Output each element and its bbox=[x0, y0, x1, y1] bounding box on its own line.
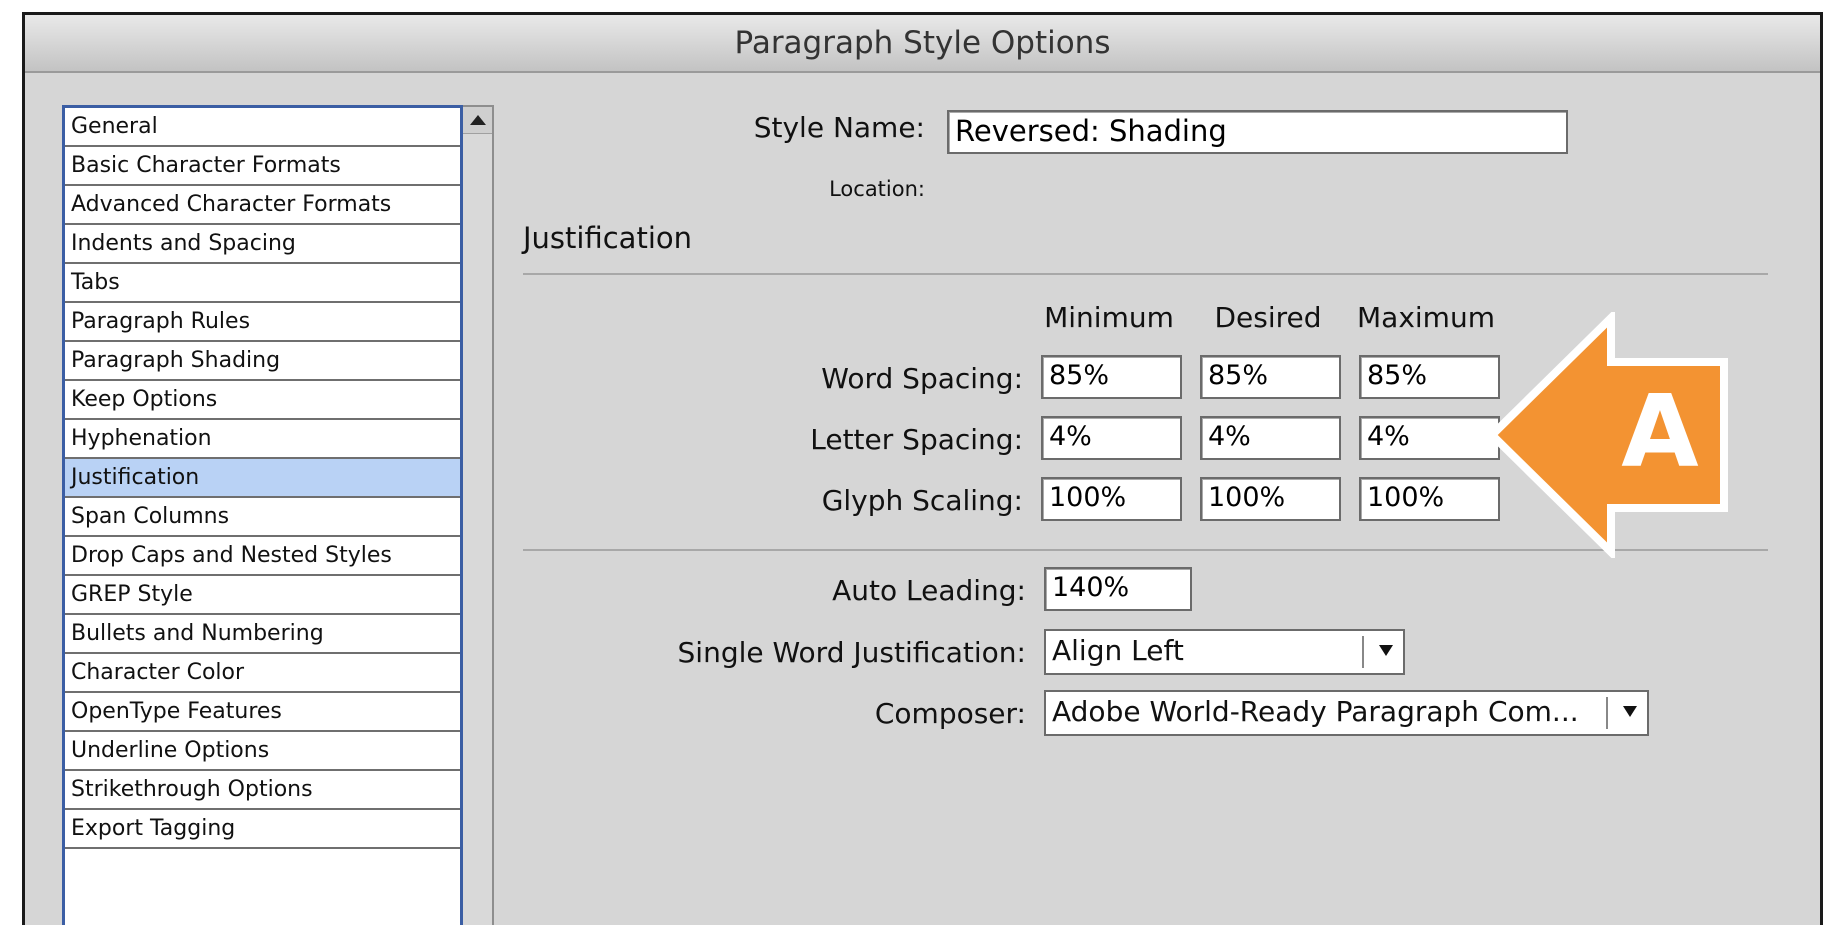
column-desired: Desired bbox=[1214, 301, 1322, 334]
sidebar-item-underline-options[interactable]: Underline Options bbox=[65, 732, 460, 771]
glyph-scaling-minimum-field[interactable]: 100% bbox=[1041, 477, 1182, 521]
window-title: Paragraph Style Options bbox=[734, 25, 1111, 61]
glyph-scaling-desired-field[interactable]: 100% bbox=[1200, 477, 1341, 521]
title-bar: Paragraph Style Options bbox=[25, 15, 1820, 73]
sidebar-item-advanced-character-formats[interactable]: Advanced Character Formats bbox=[65, 186, 460, 225]
sidebar-item-keep-options[interactable]: Keep Options bbox=[65, 381, 460, 420]
sidebar-item-opentype-features[interactable]: OpenType Features bbox=[65, 693, 460, 732]
auto-leading-label: Auto Leading: bbox=[832, 574, 1026, 607]
glyph-scaling-maximum-field[interactable]: 100% bbox=[1359, 477, 1500, 521]
sidebar-item-tabs[interactable]: Tabs bbox=[65, 264, 460, 303]
single-word-justification-label: Single Word Justification: bbox=[677, 636, 1026, 669]
letter-spacing-maximum-field[interactable]: 4% bbox=[1359, 416, 1500, 460]
auto-leading-field[interactable]: 140% bbox=[1044, 567, 1192, 611]
chevron-down-icon[interactable] bbox=[1379, 645, 1393, 656]
sidebar-item-grep-style[interactable]: GREP Style bbox=[65, 576, 460, 615]
sidebar-item-drop-caps-nested-styles[interactable]: Drop Caps and Nested Styles bbox=[65, 537, 460, 576]
word-spacing-desired-field[interactable]: 85% bbox=[1200, 355, 1341, 399]
single-word-justification-value: Align Left bbox=[1052, 634, 1184, 667]
style-name-label: Style Name: bbox=[753, 111, 925, 144]
sidebar-item-strikethrough-options[interactable]: Strikethrough Options bbox=[65, 771, 460, 810]
location-label: Location: bbox=[829, 177, 925, 201]
category-list[interactable]: General Basic Character Formats Advanced… bbox=[62, 105, 463, 925]
sidebar-item-export-tagging[interactable]: Export Tagging bbox=[65, 810, 460, 849]
word-spacing-minimum-field[interactable]: 85% bbox=[1041, 355, 1182, 399]
sidebar-item-general[interactable]: General bbox=[65, 108, 460, 147]
sidebar-item-character-color[interactable]: Character Color bbox=[65, 654, 460, 693]
chevron-down-icon[interactable] bbox=[1623, 706, 1637, 717]
composer-value: Adobe World-Ready Paragraph Com... bbox=[1052, 695, 1579, 728]
letter-spacing-minimum-field[interactable]: 4% bbox=[1041, 416, 1182, 460]
sidebar-item-paragraph-shading[interactable]: Paragraph Shading bbox=[65, 342, 460, 381]
sidebar-item-paragraph-rules[interactable]: Paragraph Rules bbox=[65, 303, 460, 342]
letter-spacing-desired-field[interactable]: 4% bbox=[1200, 416, 1341, 460]
column-minimum: Minimum bbox=[1044, 301, 1174, 334]
sidebar-item-bullets-and-numbering[interactable]: Bullets and Numbering bbox=[65, 615, 460, 654]
scroll-track[interactable] bbox=[463, 133, 492, 925]
single-word-justification-select[interactable]: Align Left bbox=[1044, 629, 1405, 675]
sidebar-item-hyphenation[interactable]: Hyphenation bbox=[65, 420, 460, 459]
section-divider bbox=[523, 273, 1768, 275]
letter-spacing-label: Letter Spacing: bbox=[810, 423, 1023, 456]
column-maximum: Maximum bbox=[1357, 301, 1495, 334]
composer-label: Composer: bbox=[874, 697, 1026, 730]
word-spacing-maximum-field[interactable]: 85% bbox=[1359, 355, 1500, 399]
sidebar-item-basic-character-formats[interactable]: Basic Character Formats bbox=[65, 147, 460, 186]
glyph-scaling-label: Glyph Scaling: bbox=[821, 484, 1023, 517]
list-scrollbar[interactable] bbox=[463, 105, 494, 925]
word-spacing-label: Word Spacing: bbox=[821, 362, 1023, 395]
sidebar-item-indents-and-spacing[interactable]: Indents and Spacing bbox=[65, 225, 460, 264]
composer-select[interactable]: Adobe World-Ready Paragraph Com... bbox=[1044, 690, 1649, 736]
callout-arrow-a: A bbox=[1486, 308, 1730, 562]
style-name-field[interactable]: Reversed: Shading bbox=[947, 110, 1568, 154]
section-title: Justification bbox=[523, 221, 693, 255]
sidebar-item-justification[interactable]: Justification bbox=[65, 459, 460, 498]
scroll-up-arrow-icon[interactable] bbox=[470, 115, 486, 125]
sidebar-item-span-columns[interactable]: Span Columns bbox=[65, 498, 460, 537]
callout-letter: A bbox=[1621, 373, 1699, 490]
